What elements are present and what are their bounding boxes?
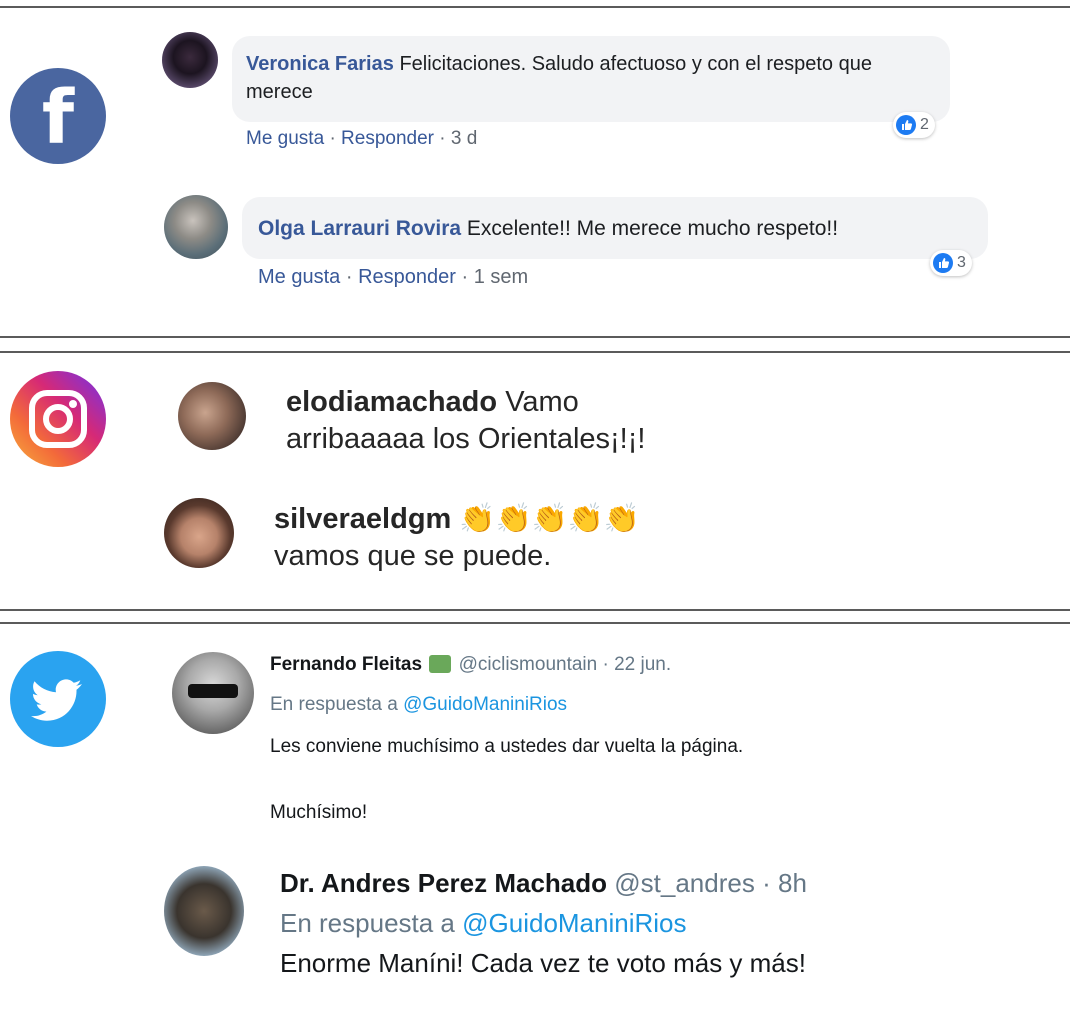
divider (0, 609, 1070, 611)
reply-context: En respuesta a @GuidoManiniRios (270, 694, 568, 715)
tweet-text: Les conviene muchísimo a ustedes dar vue… (270, 736, 744, 757)
mention-link[interactable]: @GuidoManiniRios (403, 694, 567, 715)
username-link[interactable]: elodiamachado (286, 386, 497, 418)
divider (0, 6, 1070, 8)
avatar[interactable] (172, 652, 254, 734)
username-link[interactable]: silveraeldgm (274, 503, 451, 535)
avatar[interactable] (178, 382, 246, 450)
tweet-author-link[interactable]: Dr. Andres Perez Machado (280, 868, 607, 898)
comment-author-link[interactable]: Olga Larrauri Rovira (258, 217, 461, 240)
sunglasses-icon (188, 684, 238, 698)
comment-author-link[interactable]: Veronica Farias (246, 53, 394, 75)
comment-text: Excelente!! Me merece mucho respeto!! (466, 217, 839, 240)
avatar[interactable] (162, 32, 218, 88)
comment-text: silveraeldgm 👏👏👏👏👏 vamos que se puede. (274, 501, 640, 572)
divider (0, 622, 1070, 624)
divider (0, 351, 1070, 353)
clap-emoji-icon: 👏👏👏👏👏 (459, 501, 640, 535)
thumbs-up-icon (933, 253, 953, 273)
reaction-count[interactable]: 2 (893, 112, 935, 138)
like-link[interactable]: Me gusta (246, 128, 324, 149)
avatar[interactable] (164, 498, 234, 568)
bike-emoji-icon (429, 655, 452, 673)
instagram-logo-icon (10, 371, 106, 467)
tweet-text: Muchísimo! (270, 802, 368, 823)
tweet-time-link[interactable]: 22 jun. (614, 654, 671, 675)
comment-actions: Me gusta · Responder · 3 d (246, 128, 478, 149)
avatar[interactable] (164, 195, 228, 259)
divider (0, 336, 1070, 338)
reaction-number: 2 (920, 116, 929, 133)
tweet-handle-link[interactable]: @ciclismountain (459, 654, 598, 675)
facebook-logo-icon: f (10, 68, 106, 164)
tweet-handle-link[interactable]: @st_andres (614, 868, 755, 898)
reaction-number: 3 (957, 254, 966, 271)
mention-link[interactable]: @GuidoManiniRios (462, 908, 686, 938)
twitter-logo-icon (10, 651, 106, 747)
reply-link[interactable]: Responder (341, 128, 434, 149)
reaction-count[interactable]: 3 (930, 250, 972, 276)
comment-time[interactable]: 3 d (451, 128, 477, 149)
avatar[interactable] (164, 866, 244, 956)
tweet-text: Enorme Maníni! Cada vez te voto más y má… (280, 948, 806, 978)
comment-time[interactable]: 1 sem (474, 266, 528, 288)
reply-link[interactable]: Responder (358, 266, 456, 288)
like-link[interactable]: Me gusta (258, 266, 340, 288)
tweet-time-link[interactable]: 8h (778, 868, 807, 898)
reply-context: En respuesta a @GuidoManiniRios (280, 908, 687, 938)
comment-actions: Me gusta · Responder · 1 sem (258, 266, 529, 288)
thumbs-up-icon (896, 115, 916, 135)
comment-bubble: Olga Larrauri Rovira Excelente!! Me mere… (242, 197, 988, 259)
comment-bubble: Veronica Farias Felicitaciones. Saludo a… (232, 36, 950, 122)
tweet-author-link[interactable]: Fernando Fleitas (270, 654, 422, 675)
tweet-header: Fernando Fleitas @ciclismountain · 22 ju… (270, 654, 672, 675)
comment-text: elodiamachado Vamo arribaaaaa los Orient… (286, 386, 646, 455)
tweet-header: Dr. Andres Perez Machado @st_andres · 8h (280, 868, 807, 898)
